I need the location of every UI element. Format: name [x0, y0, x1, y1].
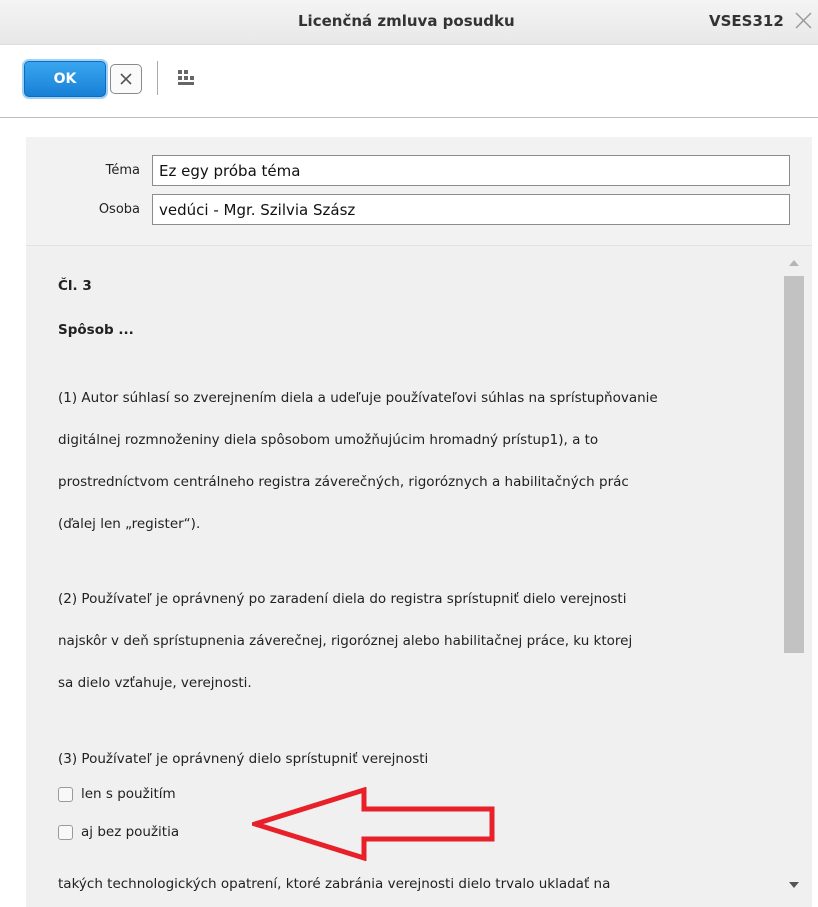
toolbar: OK	[0, 45, 818, 118]
paragraph-line: najskôr v deň sprístupnenia záverečnej, …	[58, 633, 633, 649]
article-number: Čl. 3	[58, 278, 92, 294]
article-heading: Spôsob ...	[58, 322, 134, 338]
tree-structure-icon[interactable]	[176, 68, 196, 88]
paragraph-line: sa dielo vzťahuje, verejnosti.	[58, 675, 252, 691]
ok-button[interactable]: OK	[24, 61, 106, 97]
checkbox-label: aj bez použitia	[81, 824, 180, 840]
osoba-field[interactable]: vedúci - Mgr. Szilvia Szász	[152, 194, 790, 225]
close-icon[interactable]	[790, 8, 816, 34]
window-code: VSES312	[709, 12, 784, 30]
checkbox[interactable]	[58, 824, 73, 840]
window-title: Licenčná zmluva posudku	[298, 12, 515, 30]
tema-field[interactable]: Ez egy próba téma	[152, 155, 790, 186]
paragraph-line: (3) Používateľ je oprávnený dielo spríst…	[58, 751, 429, 767]
toolbar-separator	[157, 61, 158, 95]
tema-row: Téma Ez egy próba téma	[26, 155, 812, 189]
checkbox[interactable]	[58, 786, 73, 802]
option-aj-bez-pouzitia[interactable]: aj bez použitia	[58, 824, 179, 840]
paragraph-line: digitálnej rozmnoženiny diela spôsobom u…	[58, 432, 599, 448]
osoba-label: Osoba	[98, 202, 140, 217]
paragraph-line: (ďalej len „register“).	[58, 516, 201, 532]
checkbox-label: len s použitím	[81, 786, 176, 802]
tema-label: Téma	[105, 163, 140, 178]
osoba-row: Osoba vedúci - Mgr. Szilvia Szász	[26, 194, 812, 228]
paragraph-line: (1) Autor súhlasí so zverejnením diela a…	[58, 390, 658, 406]
annotation-arrow-icon	[252, 787, 495, 861]
vertical-scrollbar[interactable]	[782, 246, 806, 907]
x-icon	[120, 73, 132, 85]
paragraph-line: (2) Používateľ je oprávnený po zaradení …	[58, 591, 627, 607]
option-len-s-pouzitim[interactable]: len s použitím	[58, 786, 176, 802]
scroll-up-arrow-icon[interactable]	[788, 258, 800, 268]
cancel-button[interactable]	[110, 64, 142, 94]
paragraph-line: prostredníctvom centrálneho registra záv…	[58, 474, 629, 490]
window-title-bar: Licenčná zmluva posudku VSES312	[0, 0, 818, 45]
paragraph-line: takých technologických opatrení, ktoré z…	[58, 876, 611, 892]
scrollbar-thumb[interactable]	[784, 276, 804, 653]
scroll-down-arrow-icon[interactable]	[788, 880, 800, 890]
